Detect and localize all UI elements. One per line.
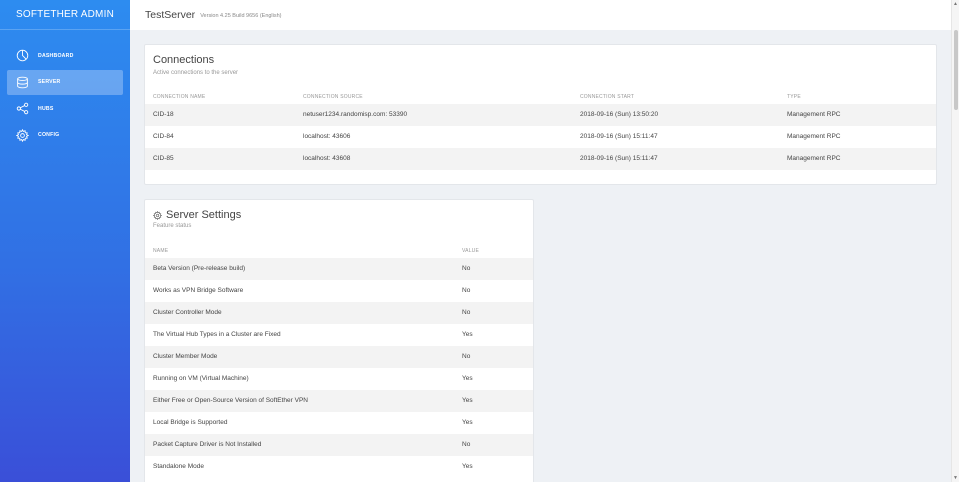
connection-type: Management RPC [787, 133, 841, 140]
column-header[interactable]: CONNECTION START [580, 93, 634, 101]
table-row[interactable]: The Virtual Hub Types in a Cluster are F… [145, 324, 533, 346]
table-row[interactable]: CID-84 localhost: 43606 2018-09-16 (Sun)… [145, 126, 936, 148]
table-row[interactable]: Local Bridge is Supported Yes [145, 412, 533, 434]
dashboard-icon [15, 49, 29, 63]
settings-title-wrap: Server Settings [153, 209, 241, 221]
setting-value: No [462, 287, 471, 294]
connection-source: localhost: 43608 [303, 155, 351, 162]
sidebar-item-label: SERVER [38, 79, 61, 85]
setting-name: Running on VM (Virtual Machine) [153, 375, 249, 382]
page-title: TestServer [145, 9, 196, 21]
connection-source: localhost: 43606 [303, 133, 351, 140]
sidebar-item-label: CONFIG [38, 132, 60, 138]
column-header[interactable]: CONNECTION SOURCE [303, 93, 363, 101]
setting-value: No [462, 309, 471, 316]
table-row[interactable]: Running on VM (Virtual Machine) Yes [145, 368, 533, 390]
sidebar-item-label: DASHBOARD [38, 52, 74, 59]
setting-value: No [462, 265, 471, 272]
column-header[interactable]: CONNECTION NAME [153, 93, 205, 101]
version-label: Version 4.25 Build 9656 (English) [200, 12, 282, 19]
share-icon [15, 102, 29, 116]
scrollbar[interactable]: ▲ ▼ [951, 0, 959, 482]
settings-subtitle: Feature status [153, 223, 192, 229]
connection-type: Management RPC [787, 111, 841, 118]
connections-subtitle: Active connections to the server [153, 70, 239, 76]
connection-source: netuser1234.randomisp.com: 53390 [303, 111, 408, 118]
connections-title: Connections [153, 54, 215, 66]
connection-name: CID-18 [153, 111, 174, 118]
table-row[interactable]: Beta Version (Pre-release build) No [145, 258, 533, 280]
setting-name: Beta Version (Pre-release build) [153, 265, 246, 272]
sidebar-nav: DASHBOARD SERVER HUBS CONFIG [0, 43, 130, 148]
connections-card: Connections Active connections to the se… [144, 44, 937, 185]
connection-start: 2018-09-16 (Sun) 13:50:20 [580, 111, 659, 118]
setting-name: Local Bridge is Supported [153, 419, 228, 426]
column-header[interactable]: TYPE [787, 93, 801, 101]
table-row[interactable]: Cluster Member Mode No [145, 346, 533, 368]
setting-name: The Virtual Hub Types in a Cluster are F… [153, 331, 281, 338]
scroll-down-icon[interactable]: ▼ [953, 475, 958, 481]
setting-name: Packet Capture Driver is Not Installed [153, 441, 262, 448]
setting-name: Works as VPN Bridge Software [153, 287, 244, 294]
database-icon [15, 75, 29, 89]
settings-title: Server Settings [166, 209, 242, 221]
connection-name: CID-84 [153, 133, 174, 140]
setting-value: Yes [462, 331, 473, 338]
table-row[interactable]: Standalone Mode Yes [145, 456, 533, 478]
setting-value: No [462, 353, 471, 360]
setting-name: Cluster Member Mode [153, 353, 218, 360]
table-row[interactable]: Packet Capture Driver is Not Installed N… [145, 434, 533, 456]
sidebar: SOFTETHER ADMIN DASHBOARD SERVER HUBS CO… [0, 0, 130, 482]
setting-value: Yes [462, 419, 473, 426]
setting-name: Standalone Mode [153, 463, 204, 470]
sidebar-item-label: HUBS [38, 105, 54, 112]
column-header[interactable]: NAME [153, 247, 168, 255]
table-row[interactable]: Works as VPN Bridge Software No [145, 280, 533, 302]
gear-icon [153, 210, 162, 220]
sidebar-item-dashboard[interactable]: DASHBOARD [7, 43, 123, 68]
table-row[interactable]: CID-18 netuser1234.randomisp.com: 53390 … [145, 104, 936, 126]
top-bar: TestServer Version 4.25 Build 9656 (Engl… [130, 0, 951, 30]
setting-value: Yes [462, 463, 473, 470]
scrollbar-thumb[interactable] [953, 30, 958, 110]
table-row[interactable]: CID-85 localhost: 43608 2018-09-16 (Sun)… [145, 148, 936, 170]
connection-start: 2018-09-16 (Sun) 15:11:47 [580, 133, 658, 140]
connection-type: Management RPC [787, 155, 841, 162]
sidebar-item-hubs[interactable]: HUBS [7, 96, 123, 121]
setting-value: Yes [462, 397, 473, 404]
connection-start: 2018-09-16 (Sun) 15:11:47 [580, 155, 658, 162]
sidebar-item-server[interactable]: SERVER [7, 69, 123, 95]
setting-name: Either Free or Open-Source Version of So… [153, 397, 308, 404]
brand-title: SOFTETHER ADMIN [0, 0, 130, 30]
table-row[interactable]: Cluster Controller Mode No [145, 302, 533, 324]
server-settings-card: Server Settings Feature status NAME VALU… [144, 199, 534, 482]
gear-icon [15, 128, 29, 142]
scroll-up-icon[interactable]: ▲ [953, 1, 958, 7]
column-header[interactable]: VALUE [462, 247, 479, 255]
connection-name: CID-85 [153, 155, 174, 162]
setting-value: Yes [462, 375, 473, 382]
table-row[interactable]: Either Free or Open-Source Version of So… [145, 390, 533, 412]
sidebar-item-config[interactable]: CONFIG [7, 123, 123, 148]
setting-value: No [462, 441, 471, 448]
setting-name: Cluster Controller Mode [153, 309, 222, 316]
